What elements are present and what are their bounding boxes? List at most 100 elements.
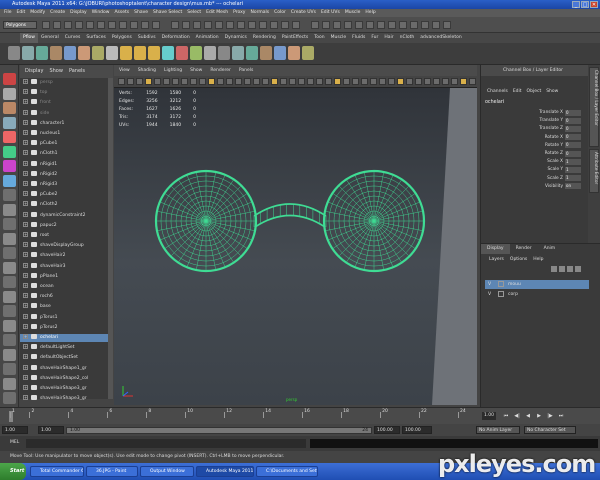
viewport-toolbar-icon[interactable] xyxy=(163,78,170,85)
viewport-toolbar-icon[interactable] xyxy=(370,78,377,85)
glasses-mesh[interactable] xyxy=(114,88,477,405)
layout-preset-icon[interactable] xyxy=(3,334,16,346)
expand-icon[interactable]: + xyxy=(23,293,28,299)
menu-create[interactable]: Create xyxy=(50,9,65,17)
outliner-item[interactable]: + nCloth1 xyxy=(20,150,113,158)
menu-select[interactable]: Select xyxy=(187,9,201,17)
expand-icon[interactable]: + xyxy=(23,303,28,309)
outliner-item[interactable]: + shaveHairShape3_gr xyxy=(20,385,113,393)
expand-icon[interactable]: + xyxy=(23,130,28,135)
shelf-tool-icon[interactable] xyxy=(22,46,34,60)
viewport-menu-panels[interactable]: Panels xyxy=(239,65,253,76)
channel-attribute-value[interactable]: on xyxy=(565,183,581,190)
shelf-tab-fluids[interactable]: Fluids xyxy=(349,33,368,43)
viewport-menu-show[interactable]: Show xyxy=(190,65,202,76)
taskbar-item[interactable]: Total Commander 6.03 - ... xyxy=(30,466,84,477)
current-time-field[interactable]: 1.00 xyxy=(482,412,496,420)
shelf-tool-icon[interactable] xyxy=(176,46,188,60)
viewport-toolbar-icon[interactable] xyxy=(154,78,161,85)
menu-display[interactable]: Display xyxy=(70,9,87,17)
expand-icon[interactable]: + xyxy=(23,252,28,258)
shelf-tool-icon[interactable] xyxy=(190,46,202,60)
tab-attribute-editor[interactable]: Attribute Editor xyxy=(589,149,599,193)
layer-type-toggle[interactable] xyxy=(498,290,504,297)
expand-icon[interactable]: + xyxy=(23,221,28,227)
viewport-toolbar-icon[interactable] xyxy=(244,78,251,85)
viewport-toolbar-icon[interactable] xyxy=(190,78,197,85)
layout-preset-icon[interactable] xyxy=(3,377,16,390)
menu-normals[interactable]: Normals xyxy=(250,9,269,17)
status-line-icon[interactable] xyxy=(333,21,341,29)
viewport-toolbar-icon[interactable] xyxy=(181,78,188,85)
channel-attribute-label[interactable]: Translate Z xyxy=(481,125,563,132)
shelf-tool-icon[interactable] xyxy=(274,46,286,60)
viewport-toolbar-icon[interactable] xyxy=(451,78,458,85)
layer-tab-display[interactable]: Display xyxy=(481,244,510,254)
status-line-icon[interactable] xyxy=(248,21,256,29)
layer-menu-help[interactable]: Help xyxy=(533,255,543,264)
status-line-icon[interactable] xyxy=(355,21,363,29)
expand-icon[interactable]: + xyxy=(23,99,28,105)
viewport-menu-lighting[interactable]: Lighting xyxy=(164,65,182,76)
layer-row[interactable]: Vcorp xyxy=(485,290,589,299)
status-line-icon[interactable] xyxy=(152,21,160,29)
expand-icon[interactable]: + xyxy=(23,262,28,268)
outliner-item[interactable]: + pTorus2 xyxy=(20,323,113,332)
channel-attribute-label[interactable]: Scale Y xyxy=(481,166,563,173)
viewport-toolbar-icon[interactable] xyxy=(289,78,296,85)
shelf-tool-icon[interactable] xyxy=(8,46,20,60)
layout-preset-icon[interactable] xyxy=(3,290,16,303)
expand-icon[interactable]: + xyxy=(23,79,28,84)
viewport-toolbar-icon[interactable] xyxy=(433,78,440,85)
outliner-item[interactable]: + nRigid2 xyxy=(20,170,113,179)
move-down-icon[interactable] xyxy=(575,266,581,272)
layer-tab-render[interactable]: Render xyxy=(510,244,538,254)
outliner-item[interactable]: + defaultLightSet xyxy=(20,344,113,352)
layer-visibility-toggle[interactable]: V xyxy=(488,290,494,299)
outliner-item[interactable]: + character1 xyxy=(20,119,113,128)
menu-file[interactable]: File xyxy=(4,9,12,17)
channel-attribute-value[interactable]: 1 xyxy=(565,175,581,182)
menu-help[interactable]: Help xyxy=(365,9,375,17)
viewport-toolbar-icon[interactable] xyxy=(172,78,179,85)
move-up-icon[interactable] xyxy=(567,266,573,272)
status-line-icon[interactable] xyxy=(344,21,352,29)
channel-attribute-value[interactable]: 0 xyxy=(565,117,581,124)
shelf-tab-fur[interactable]: Fur xyxy=(368,33,381,43)
outliner-item[interactable]: + nucleus1 xyxy=(20,130,113,138)
shelf-tool-icon[interactable] xyxy=(232,46,244,60)
menu-shave[interactable]: Shave xyxy=(134,9,148,17)
viewport-toolbar-icon[interactable] xyxy=(469,78,476,85)
taskbar-item[interactable]: C:\Documents and Settin... xyxy=(256,466,318,477)
status-line-icon[interactable] xyxy=(215,21,223,29)
taskbar-item[interactable]: Autodesk Maya 2011 ... xyxy=(196,466,254,477)
shelf-tab-painteffects[interactable]: PaintEffects xyxy=(279,33,311,43)
outliner-item[interactable]: + pCube1 xyxy=(20,140,113,148)
shelf-tab-general[interactable]: General xyxy=(38,33,62,43)
viewport-scene[interactable]: Verts: 1592 1580 0 Edges: 3256 3212 0 Faces: 1627… xyxy=(114,88,477,405)
expand-icon[interactable]: + xyxy=(23,109,28,115)
status-line-icon[interactable] xyxy=(281,21,289,29)
viewport-toolbar-icon[interactable] xyxy=(460,78,467,85)
outliner-item[interactable]: + front xyxy=(20,99,113,107)
playback-button[interactable]: ⏭ xyxy=(557,412,565,420)
outliner-menu-panels[interactable]: Panels xyxy=(69,65,85,78)
menu-color[interactable]: Color xyxy=(274,9,286,17)
viewport-toolbar-icon[interactable] xyxy=(271,78,278,85)
status-line-icon[interactable] xyxy=(86,21,94,29)
expand-icon[interactable]: + xyxy=(23,140,28,146)
outliner-item[interactable]: + pPlane1 xyxy=(20,272,113,281)
channel-attribute-label[interactable]: Rotate X xyxy=(481,134,563,141)
status-line-icon[interactable] xyxy=(421,21,429,29)
outliner-item[interactable]: + defaultObjectSet xyxy=(20,354,113,362)
shelf-tab-muscle[interactable]: Muscle xyxy=(328,33,350,43)
menu-edit-mesh[interactable]: Edit Mesh xyxy=(206,9,228,17)
shelf-tool-icon[interactable] xyxy=(246,46,258,60)
playback-button[interactable]: ◀ xyxy=(524,412,532,420)
menu-set-dropdown[interactable]: Polygons xyxy=(3,21,37,29)
layout-preset-icon[interactable] xyxy=(3,261,16,274)
menu-window[interactable]: Window xyxy=(92,9,110,17)
channel-attribute-label[interactable]: Visibility xyxy=(481,183,563,190)
left-lens[interactable] xyxy=(154,169,258,273)
channel-menu-show[interactable]: Show xyxy=(546,88,558,96)
